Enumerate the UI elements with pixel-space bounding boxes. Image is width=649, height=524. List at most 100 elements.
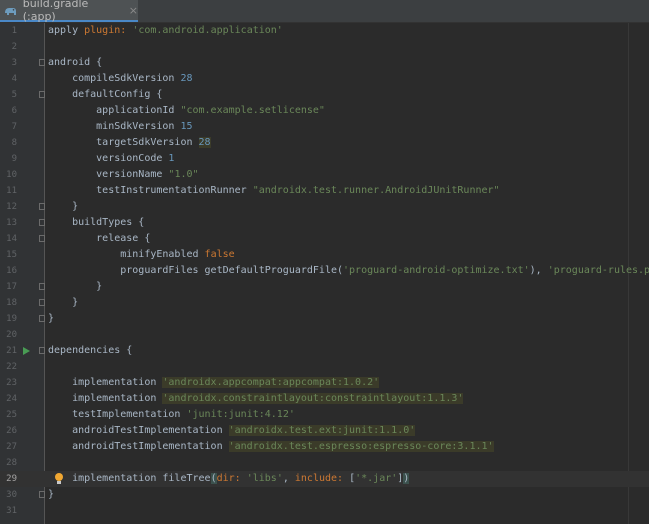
code-text[interactable]: versionName "1.0" [48,167,198,183]
code-text[interactable]: } [48,311,54,327]
code-text[interactable]: testImplementation 'junit:junit:4.12' [48,407,295,423]
code-token: androidTestImplementation [48,441,229,452]
code-text[interactable]: release { [48,231,150,247]
fold-marker-icon[interactable] [39,491,45,498]
code-line[interactable]: 1 apply plugin: 'com.android.application' [0,23,649,39]
code-text[interactable]: implementation fileTree(dir: 'libs', inc… [48,471,410,487]
code-line[interactable]: 28 [0,455,649,471]
code-line[interactable]: 12 } [0,199,649,215]
code-line[interactable]: 13 buildTypes { [0,215,649,231]
tab-build-gradle-app[interactable]: build.gradle (:app) × [0,0,138,23]
code-line[interactable]: 18 } [0,295,649,311]
code-text[interactable]: androidTestImplementation 'androidx.test… [48,439,494,455]
code-text[interactable]: minifyEnabled false [48,247,235,263]
code-token: versionCode [48,153,169,164]
code-token: false [204,249,235,260]
code-line[interactable]: 15 minifyEnabled false [0,247,649,263]
code-line[interactable]: 22 [0,359,649,375]
code-text[interactable]: implementation 'androidx.constraintlayou… [48,391,464,407]
code-token: 'androidx.appcompat:appcompat:1.0.2' [162,377,380,388]
code-line[interactable]: 21 dependencies { [0,343,649,359]
line-number: 21 [6,346,17,356]
line-number: 5 [11,90,17,100]
code-line[interactable]: 10 versionName "1.0" [0,167,649,183]
code-text[interactable]: compileSdkVersion 28 [48,71,192,87]
code-text[interactable]: versionCode 1 [48,151,174,167]
code-line[interactable]: 4 compileSdkVersion 28 [0,71,649,87]
code-text[interactable]: implementation 'androidx.appcompat:appco… [48,375,380,391]
line-number: 11 [6,186,17,196]
code-token: applicationId [48,105,181,116]
code-token: "androidx.test.runner.AndroidJUnitRunner… [252,185,500,196]
code-text[interactable]: defaultConfig { [48,87,162,103]
code-text[interactable]: minSdkVersion 15 [48,119,192,135]
line-number: 25 [6,410,17,420]
code-line[interactable]: 26 androidTestImplementation 'androidx.t… [0,423,649,439]
code-token: minifyEnabled [48,249,205,260]
code-text[interactable]: dependencies { [48,343,132,359]
code-line[interactable]: 9 versionCode 1 [0,151,649,167]
line-number: 3 [11,58,17,68]
code-text[interactable]: targetSdkVersion 28 [48,135,211,151]
code-text[interactable]: } [48,487,54,503]
code-line[interactable]: 2 [0,39,649,55]
fold-marker-icon[interactable] [39,91,45,98]
code-text[interactable]: proguardFiles getDefaultProguardFile('pr… [48,263,649,279]
fold-marker-icon[interactable] [39,283,45,290]
code-text[interactable]: } [48,295,78,311]
run-gutter-icon[interactable] [23,347,30,355]
fold-marker-icon[interactable] [39,299,45,306]
fold-marker-icon[interactable] [39,347,45,354]
code-line[interactable]: 17 } [0,279,649,295]
fold-marker-icon[interactable] [39,59,45,66]
code-token: 'com.android.application' [132,25,283,36]
code-token: "com.example.setlicense" [180,105,325,116]
code-line[interactable]: 11 testInstrumentationRunner "androidx.t… [0,183,649,199]
code-line[interactable]: 19} [0,311,649,327]
code-text[interactable]: testInstrumentationRunner "androidx.test… [48,183,500,199]
fold-marker-icon[interactable] [39,235,45,242]
code-token: implementation [48,377,163,388]
code-text[interactable]: apply plugin: 'com.android.application' [48,23,283,39]
code-token: buildTypes { [48,217,145,228]
line-number: 20 [6,330,17,340]
tab-title: build.gradle (:app) [22,0,89,23]
fold-marker-icon[interactable] [39,203,45,210]
code-line[interactable]: 3 android { [0,55,649,71]
code-line[interactable]: 23 implementation 'androidx.appcompat:ap… [0,375,649,391]
line-number: 22 [6,362,17,372]
code-token: 'libs' [246,473,283,484]
line-number: 24 [6,394,17,404]
fold-marker-icon[interactable] [39,315,45,322]
code-line[interactable]: 7 minSdkVersion 15 [0,119,649,135]
code-token: android { [48,57,103,68]
fold-marker-icon[interactable] [39,219,45,226]
code-line[interactable]: 5 defaultConfig { [0,87,649,103]
code-line[interactable]: 25 testImplementation 'junit:junit:4.12' [0,407,649,423]
code-line[interactable]: 29 implementation fileTree(dir: 'libs', … [0,471,649,487]
code-text[interactable]: buildTypes { [48,215,144,231]
code-token: 'androidx.test.espresso:espresso-core:3.… [228,441,494,452]
code-line[interactable]: 14 release { [0,231,649,247]
code-text[interactable]: } [48,279,102,295]
code-line[interactable]: 20 [0,327,649,343]
code-line[interactable]: 24 implementation 'androidx.constraintla… [0,391,649,407]
code-token: 'proguard-rules.pro' [547,265,649,276]
code-line[interactable]: 27 androidTestImplementation 'androidx.t… [0,439,649,455]
code-line[interactable]: 8 targetSdkVersion 28 [0,135,649,151]
line-number: 12 [6,202,17,212]
code-token: } [48,297,79,308]
code-line[interactable]: 30} [0,487,649,503]
code-token: targetSdkVersion [48,137,199,148]
code-line[interactable]: 31 [0,503,649,519]
code-text[interactable]: androidTestImplementation 'androidx.test… [48,423,416,439]
code-line[interactable]: 6 applicationId "com.example.setlicense" [0,103,649,119]
tab-close-icon[interactable]: × [129,4,138,17]
code-editor[interactable]: 1 apply plugin: 'com.android.application'… [0,23,649,524]
code-text[interactable]: applicationId "com.example.setlicense" [48,103,325,119]
line-number: 23 [6,378,17,388]
line-number: 4 [11,74,17,84]
code-line[interactable]: 16 proguardFiles getDefaultProguardFile(… [0,263,649,279]
code-text[interactable]: } [48,199,78,215]
code-text[interactable]: android { [48,55,102,71]
